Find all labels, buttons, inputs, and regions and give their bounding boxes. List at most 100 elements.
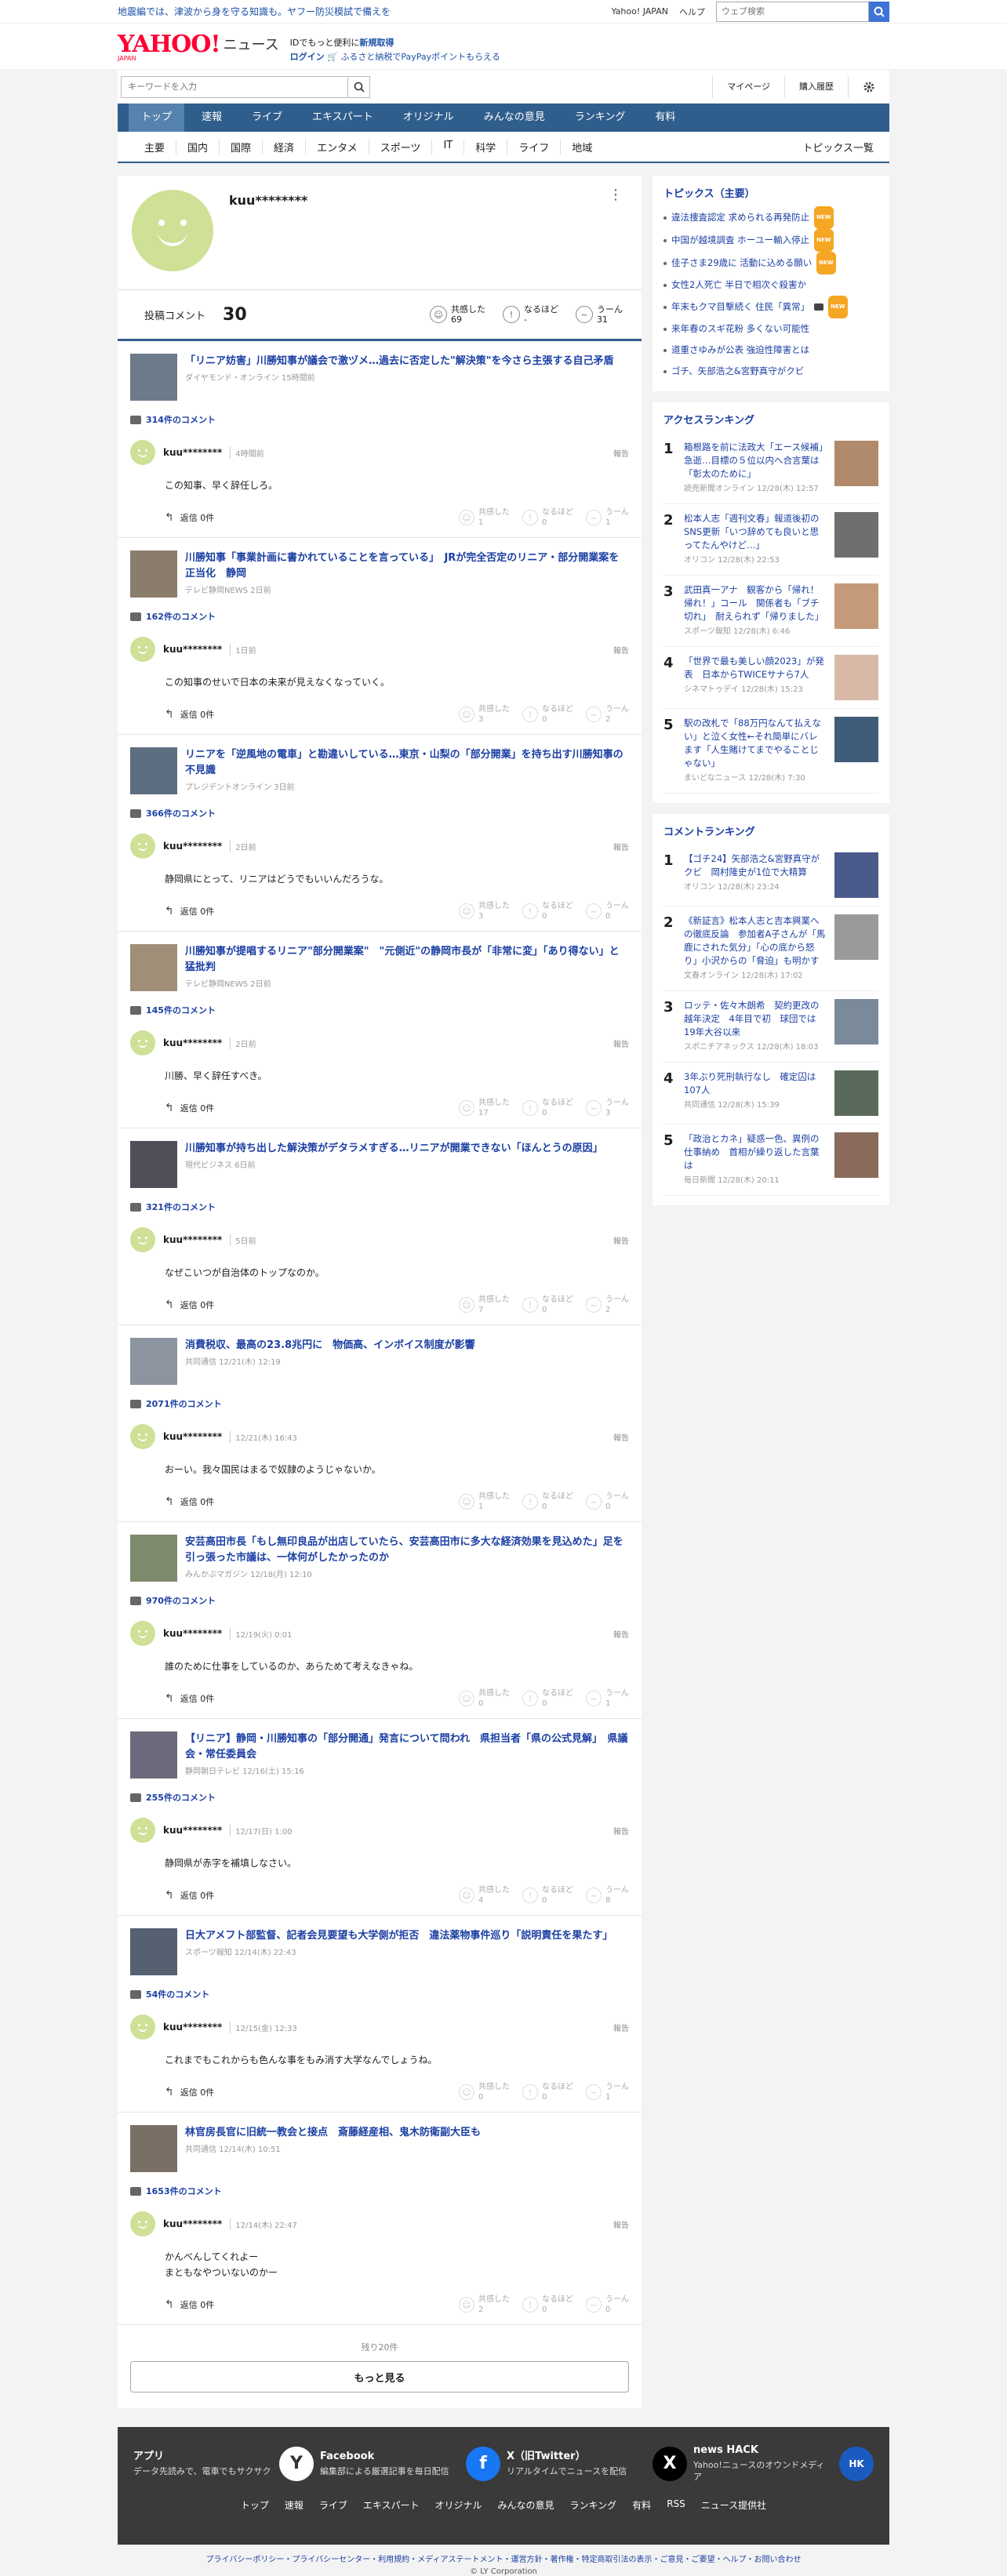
comment-count-link[interactable]: 314件のコメント	[130, 413, 629, 426]
article-title[interactable]: 【リニア】静岡・川勝知事の「部分開通」発言について問われ 県担当者「県の公式見解…	[185, 1731, 629, 1763]
reply-button[interactable]: ↰ 返信 0件	[165, 2086, 214, 2098]
report-link[interactable]: 報告	[613, 2022, 629, 2033]
gnav-original[interactable]: オリジナル	[391, 104, 467, 132]
footer-nav-item[interactable]: RSS	[659, 2498, 693, 2512]
author-name[interactable]: kuu********	[163, 2022, 222, 2033]
article-link[interactable]: 林官房長官に旧統一教会と接点 斎藤経産相、鬼木防衛副大臣も 共同通信 12/14(…	[130, 2125, 629, 2172]
top-notice-link[interactable]: 地震編では、津波から身を守る知識も。ヤフー防災模試で備えを	[118, 5, 391, 18]
naruhodo-button[interactable]: ! なるほど 0	[522, 704, 573, 725]
footer-nav-item[interactable]: みんなの意見	[490, 2498, 562, 2512]
report-link[interactable]: 報告	[613, 1234, 629, 1246]
comment-count-link[interactable]: 145件のコメント	[130, 1004, 629, 1016]
comment-count-link[interactable]: 162件のコメント	[130, 610, 629, 623]
article-link[interactable]: 日大アメフト部監督、記者会見要望も大学側が拒否 違法薬物事件巡り「説明責任を果た…	[130, 1928, 629, 1975]
footer-nav-item[interactable]: ニュース提供社	[693, 2498, 774, 2512]
cat-world[interactable]: 国際	[220, 139, 264, 154]
topic-item[interactable]: 年末もクマ目撃続く 住民「異常」 NEW	[663, 296, 878, 318]
author-name[interactable]: kuu********	[163, 1825, 222, 1836]
reply-button[interactable]: ↰ 返信 0件	[165, 511, 214, 524]
mypage-link[interactable]: マイページ	[712, 75, 784, 98]
empathy-button[interactable]: ☺ 共感した 0	[459, 2082, 510, 2102]
web-search-button[interactable]	[869, 1, 889, 22]
empathy-button[interactable]: ☺ 共感した 3	[459, 901, 510, 921]
article-title[interactable]: 日大アメフト部監督、記者会見要望も大学側が拒否 違法薬物事件巡り「説明責任を果た…	[185, 1928, 613, 1944]
help-link[interactable]: ヘルプ	[679, 5, 705, 18]
report-link[interactable]: 報告	[613, 1825, 629, 1837]
furusato-link[interactable]: ふるさと納税でPayPayポイントもらえる	[340, 52, 500, 62]
gnav-live[interactable]: ライブ	[239, 104, 295, 132]
ranking-item[interactable]: 3 ロッテ・佐々木朗希 契約更改の越年決定 4年目で初 球団では19年大谷以来 スポ…	[663, 991, 878, 1063]
ranking-item[interactable]: 3 武田真一アナ 観客から「帰れ！帰れ！」コール 関係者も「ブチ切れ」 耐えられず…	[663, 576, 878, 647]
gnav-breaking[interactable]: 速報	[189, 104, 234, 132]
load-more-button[interactable]: もっと見る	[130, 2361, 629, 2393]
article-title[interactable]: 川勝知事が持ち出した解決策がデタラメすぎる…リニアが開業できない「ほんとうの原因…	[185, 1141, 603, 1157]
gnav-top[interactable]: トップ	[129, 104, 185, 132]
cat-main[interactable]: 主要	[133, 139, 177, 154]
footer-nav-item[interactable]: オリジナル	[427, 2498, 490, 2512]
author-name[interactable]: kuu********	[163, 1628, 222, 1639]
author-name[interactable]: kuu********	[163, 841, 222, 852]
report-link[interactable]: 報告	[613, 841, 629, 852]
gnav-paid[interactable]: 有料	[642, 104, 688, 132]
empathy-button[interactable]: ☺ 共感した 0	[459, 1688, 510, 1709]
topic-item[interactable]: 来年春のスギ花粉 多くない可能性	[663, 318, 878, 340]
article-link[interactable]: 「リニア妨害」川勝知事が議会で激ヅメ…過去に否定した"解決策"を今さら主張する自…	[130, 354, 629, 401]
uun-button[interactable]: ~ うーん 0	[586, 2294, 629, 2315]
news-search-input[interactable]	[121, 75, 348, 98]
cat-local[interactable]: 地域	[561, 140, 603, 154]
gnav-ranking[interactable]: ランキング	[562, 104, 638, 132]
article-title[interactable]: リニアを「逆風地の電車」と勘違いしている…東京・山梨の「部分開業」を持ち出す川勝…	[185, 747, 629, 779]
article-title[interactable]: 安芸高田市長「もし無印良品が出店していたら、安芸高田市に多大な経済効果を見込めた…	[185, 1535, 629, 1566]
naruhodo-button[interactable]: ! なるほど 0	[522, 2294, 573, 2315]
settings-button[interactable]	[848, 75, 889, 98]
ranking-item[interactable]: 5 「政治とカネ」疑惑一色、異例の仕事納め 首相が繰り返した言葉は 毎日新聞 12/…	[663, 1125, 878, 1196]
author-name[interactable]: kuu********	[163, 2218, 222, 2229]
comment-count-link[interactable]: 970件のコメント	[130, 1594, 629, 1607]
article-link[interactable]: 川勝知事「事業計画に書かれていることを言っている」 JRが完全否定のリニア・部分…	[130, 550, 629, 598]
ranking-item[interactable]: 1 箱根路を前に法政大「エース候補」急逝…目標の５位以内へ合言葉は「彰太のために」…	[663, 433, 878, 504]
empathy-button[interactable]: ☺ 共感した 3	[459, 704, 510, 725]
article-title[interactable]: 「リニア妨害」川勝知事が議会で激ヅメ…過去に否定した"解決策"を今さら主張する自…	[185, 354, 614, 369]
cat-life[interactable]: ライフ	[507, 139, 562, 154]
comment-count-link[interactable]: 1653件のコメント	[130, 2185, 629, 2197]
report-link[interactable]: 報告	[613, 644, 629, 656]
author-name[interactable]: kuu********	[163, 644, 222, 655]
empathy-button[interactable]: ☺ 共感した 17	[459, 1098, 510, 1118]
comment-count-link[interactable]: 366件のコメント	[130, 807, 629, 819]
footer-app-3[interactable]: news HACK Yahoo!ニュースのオウンドメディア HK	[693, 2444, 874, 2483]
reply-button[interactable]: ↰ 返信 0件	[165, 708, 214, 721]
author-name[interactable]: kuu********	[163, 1037, 222, 1048]
naruhodo-button[interactable]: ! なるほど 0	[522, 1098, 573, 1118]
author-name[interactable]: kuu********	[163, 1234, 222, 1245]
comment-count-link[interactable]: 54件のコメント	[130, 1988, 629, 2000]
topic-item[interactable]: 佳子さま29歳に 活動に込める願い NEW	[663, 252, 878, 274]
reply-button[interactable]: ↰ 返信 0件	[165, 1692, 214, 1705]
naruhodo-button[interactable]: ! なるほど 0	[522, 1491, 573, 1512]
footer-app-1[interactable]: Facebook 編集部による厳選記事を毎日配信 f	[320, 2444, 500, 2483]
empathy-button[interactable]: ☺ 共感した 2	[459, 2294, 510, 2315]
comment-count-link[interactable]: 2071件のコメント	[130, 1397, 629, 1410]
topic-item[interactable]: 女性2人死亡 半日で相次ぐ殺害か	[663, 274, 878, 296]
ranking-item[interactable]: 5 駅の改札で「88万円なんて払えない」と泣く女性←それ簡単にバレます「人生賭けて…	[663, 709, 878, 794]
reply-button[interactable]: ↰ 返信 0件	[165, 2298, 214, 2311]
empathy-button[interactable]: ☺ 共感した 7	[459, 1295, 510, 1315]
naruhodo-button[interactable]: ! なるほど 0	[522, 901, 573, 921]
author-name[interactable]: kuu********	[163, 1431, 222, 1442]
cat-science[interactable]: 科学	[464, 139, 508, 154]
article-title[interactable]: 消費税収、最高の23.8兆円に 物価高、インボイス制度が影響	[185, 1338, 475, 1353]
footer-nav-item[interactable]: ランキング	[562, 2498, 625, 2512]
article-title[interactable]: 林官房長官に旧統一教会と接点 斎藤経産相、鬼木防衛副大臣も	[185, 2125, 481, 2141]
footer-nav-item[interactable]: ライブ	[311, 2498, 355, 2512]
ranking-item[interactable]: 4 「世界で最も美しい顔2023」が発表 日本からTWICEサナら7人 シネマトゥデ…	[663, 647, 878, 709]
naruhodo-button[interactable]: ! なるほど 0	[522, 507, 573, 528]
article-link[interactable]: リニアを「逆風地の電車」と勘違いしている…東京・山梨の「部分開業」を持ち出す川勝…	[130, 747, 629, 794]
naruhodo-button[interactable]: ! なるほど 0	[522, 2082, 573, 2102]
more-menu-icon[interactable]: ⋮	[609, 187, 623, 203]
ranking-item[interactable]: 1 【ゴチ24】矢部浩之&宮野真守がクビ 岡村隆史が1位で大精算 オリコン 12/2…	[663, 845, 878, 907]
comment-count-link[interactable]: 321件のコメント	[130, 1201, 629, 1213]
article-title[interactable]: 川勝知事が提唱するリニア"部分開業案" "元側近"の静岡市長が「非常に変」「あり…	[185, 944, 629, 976]
topic-item[interactable]: 違法捜査認定 求められる再発防止 NEW	[663, 206, 878, 229]
comment-count-link[interactable]: 255件のコメント	[130, 1791, 629, 1804]
ranking-item[interactable]: 2 松本人志「週刊文春」報道後初のSNS更新「いつ辞めても良いと思ってたんやけど……	[663, 504, 878, 576]
report-link[interactable]: 報告	[613, 1431, 629, 1443]
